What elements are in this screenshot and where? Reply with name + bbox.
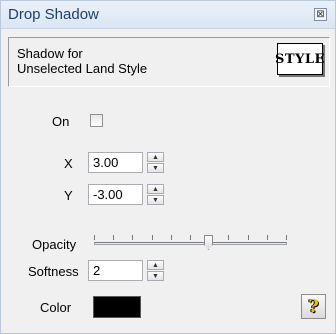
slider-tick: [248, 235, 249, 240]
close-icon[interactable]: ⊠: [314, 8, 327, 21]
title-bar: Drop Shadow ⊠: [1, 1, 335, 29]
slider-tick: [190, 235, 191, 240]
drop-shadow-dialog: Drop Shadow ⊠ Shadow for Unselected Land…: [0, 0, 336, 334]
color-label: Color: [40, 300, 72, 315]
spin-up-icon[interactable]: ▲: [147, 152, 164, 162]
softness-spinner[interactable]: ▲ ▼: [147, 260, 164, 281]
color-swatch[interactable]: [93, 296, 141, 318]
y-spinner[interactable]: ▲ ▼: [147, 184, 164, 205]
slider-thumb[interactable]: [204, 235, 213, 250]
slider-track[interactable]: [94, 242, 287, 245]
slider-tick: [113, 235, 114, 240]
y-field[interactable]: -3.00: [88, 184, 143, 205]
slider-tick: [286, 235, 287, 240]
slider-tick: [267, 235, 268, 240]
slider-tick: [152, 235, 153, 240]
opacity-label: Opacity: [32, 237, 77, 252]
slider-tick: [171, 235, 172, 240]
slider-tick: [132, 235, 133, 240]
spin-up-icon[interactable]: ▲: [147, 184, 164, 194]
x-spinner[interactable]: ▲ ▼: [147, 152, 164, 173]
help-button[interactable]: ?: [301, 294, 326, 319]
slider-tick: [228, 235, 229, 240]
slider-tick: [94, 235, 95, 240]
spin-down-icon[interactable]: ▼: [147, 195, 164, 205]
description-panel: Shadow for Unselected Land Style STYLE: [8, 37, 330, 87]
softness-label: Softness: [28, 264, 79, 279]
x-label: X: [64, 156, 73, 171]
x-field[interactable]: 3.00: [88, 152, 143, 173]
softness-field[interactable]: 2: [88, 260, 143, 281]
on-label: On: [52, 114, 70, 129]
spin-down-icon[interactable]: ▼: [147, 271, 164, 281]
shadow-description: Shadow for Unselected Land Style: [17, 46, 148, 76]
on-checkbox[interactable]: [90, 114, 103, 127]
question-mark-icon: ?: [308, 296, 319, 317]
spin-down-icon[interactable]: ▼: [147, 163, 164, 173]
window-title: Drop Shadow: [8, 6, 99, 23]
y-label: Y: [64, 188, 73, 203]
spin-up-icon[interactable]: ▲: [147, 260, 164, 270]
style-preview: STYLE: [275, 43, 324, 75]
opacity-slider[interactable]: [94, 232, 287, 252]
